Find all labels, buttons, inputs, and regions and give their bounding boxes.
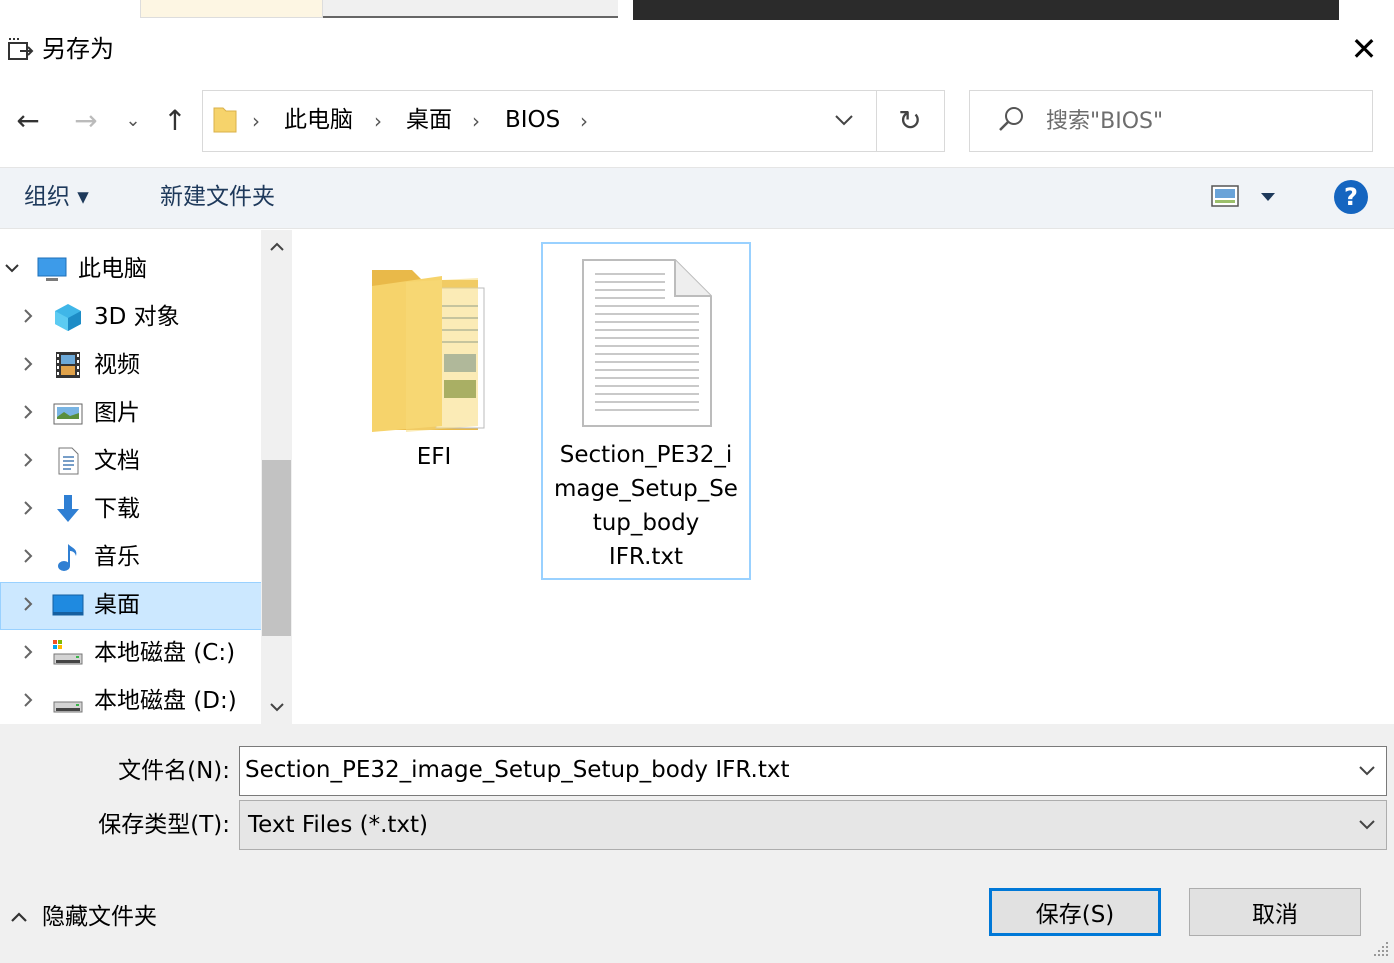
hide-folders-label: 隐藏文件夹 <box>42 904 157 930</box>
background-tab <box>140 0 323 18</box>
chevron-right-icon[interactable] <box>16 496 40 520</box>
nav-item-drive-d[interactable]: 本地磁盘 (D:) <box>0 678 260 724</box>
breadcrumb-separator: › <box>252 109 260 133</box>
pictures-icon <box>53 403 83 425</box>
chevron-right-icon[interactable] <box>16 688 40 712</box>
nav-item-label: 视频 <box>94 352 140 378</box>
chevron-down-icon[interactable] <box>1352 810 1382 840</box>
nav-item-pictures[interactable]: 图片 <box>0 390 260 436</box>
nav-item-label: 音乐 <box>94 544 140 570</box>
nav-item-label: 本地磁盘 (D:) <box>94 688 237 714</box>
filename-input[interactable] <box>245 752 1345 788</box>
chevron-right-icon[interactable] <box>16 352 40 376</box>
help-button[interactable]: ? <box>1334 180 1368 214</box>
file-name-line: mage_Setup_Se <box>554 476 738 502</box>
nav-item-label: 图片 <box>94 400 140 426</box>
up-button[interactable]: ↑ <box>155 100 195 140</box>
dialog-title: 另存为 <box>42 35 114 63</box>
drive-icon <box>53 701 83 713</box>
chevron-down-icon[interactable] <box>1352 756 1382 786</box>
scrollbar-thumb[interactable] <box>262 460 291 636</box>
file-item-folder[interactable]: EFI <box>330 244 538 578</box>
music-icon <box>58 544 77 571</box>
expand-chevron-icon[interactable] <box>0 256 24 280</box>
file-name-line: tup_body <box>592 510 700 536</box>
nav-item-label: 本地磁盘 (C:) <box>94 640 236 666</box>
navigation-pane: 此电脑 3D 对象 视频 图片 文档 下载 音乐 桌面 本地磁盘 (C:) 本地… <box>0 230 292 724</box>
close-button[interactable]: ✕ <box>1336 22 1392 76</box>
back-button[interactable]: ← <box>8 100 48 140</box>
save-button[interactable]: 保存(S) <box>989 888 1161 936</box>
nav-item-documents[interactable]: 文档 <box>0 438 260 484</box>
nav-item-music[interactable]: 音乐 <box>0 534 260 580</box>
chevron-right-icon[interactable] <box>16 448 40 472</box>
nav-item-desktop[interactable]: 桌面 <box>0 582 262 630</box>
pc-icon <box>37 257 67 281</box>
new-folder-button[interactable]: 新建文件夹 <box>160 180 275 214</box>
change-view-icon[interactable] <box>1208 180 1244 214</box>
chevron-right-icon[interactable] <box>16 640 40 664</box>
breadcrumb-separator[interactable]: › <box>580 106 588 136</box>
address-divider <box>876 91 877 151</box>
filetype-label: 保存类型(T): <box>98 812 230 838</box>
save-dialog-icon <box>8 38 34 60</box>
recent-locations-dropdown[interactable]: ⌄ <box>118 100 148 140</box>
nav-item-label: 此电脑 <box>78 256 147 282</box>
folder-icon <box>213 107 237 133</box>
nav-item-this-pc[interactable]: 此电脑 <box>0 246 260 292</box>
chevron-up-icon <box>11 912 27 922</box>
address-history-chevron-icon[interactable] <box>828 102 860 138</box>
text-file-icon <box>582 259 712 427</box>
cancel-button[interactable]: 取消 <box>1189 888 1361 936</box>
nav-item-label: 下载 <box>94 496 140 522</box>
file-name-line: Section_PE32_i <box>559 442 733 468</box>
scroll-up-icon[interactable] <box>264 234 290 260</box>
file-name: EFI <box>416 444 452 470</box>
breadcrumb-this-pc[interactable]: 此电脑 <box>284 104 353 136</box>
chevron-right-icon[interactable] <box>16 304 40 328</box>
breadcrumb-separator[interactable]: › <box>472 106 480 136</box>
download-icon <box>57 495 79 522</box>
nav-item-label: 3D 对象 <box>94 304 180 330</box>
nav-item-downloads[interactable]: 下载 <box>0 486 260 532</box>
chevron-right-icon[interactable] <box>16 592 40 616</box>
documents-icon <box>58 447 79 475</box>
title-bar <box>0 20 1394 80</box>
background-tab <box>323 0 618 18</box>
background-window-dark <box>633 0 1339 20</box>
search-icon <box>999 107 1023 131</box>
chevron-right-icon[interactable] <box>16 400 40 424</box>
breadcrumb-desktop[interactable]: 桌面 <box>406 104 452 136</box>
filetype-value: Text Files (*.txt) <box>248 812 429 838</box>
breadcrumb-separator[interactable]: › <box>374 106 382 136</box>
nav-item-3d-objects[interactable]: 3D 对象 <box>0 294 260 340</box>
breadcrumb-bios[interactable]: BIOS <box>505 104 560 136</box>
nav-item-videos[interactable]: 视频 <box>0 342 260 388</box>
nav-item-drive-c[interactable]: 本地磁盘 (C:) <box>0 630 260 676</box>
desktop-icon <box>52 594 84 616</box>
resize-grip-icon[interactable] <box>1372 940 1390 958</box>
nav-item-label: 文档 <box>94 448 140 474</box>
scroll-down-icon[interactable] <box>264 694 290 720</box>
chevron-right-icon[interactable] <box>16 544 40 568</box>
filename-label: 文件名(N): <box>118 758 230 784</box>
file-name-line: IFR.txt <box>608 544 684 570</box>
organize-button[interactable]: 组织 ▾ <box>24 180 89 214</box>
hide-folders-toggle[interactable]: 隐藏文件夹 <box>10 900 157 934</box>
video-icon <box>56 352 80 378</box>
refresh-button[interactable]: ↻ <box>885 100 935 140</box>
system-drive-icon <box>53 640 83 665</box>
nav-item-label: 桌面 <box>94 592 140 618</box>
search-input[interactable] <box>1046 103 1356 139</box>
file-item-text-file[interactable]: Section_PE32_i mage_Setup_Se tup_body IF… <box>541 242 751 580</box>
3d-objects-icon <box>55 304 81 331</box>
view-options-dropdown[interactable] <box>1255 182 1281 212</box>
forward-button[interactable]: → <box>66 100 106 140</box>
folder-icon <box>372 270 485 432</box>
